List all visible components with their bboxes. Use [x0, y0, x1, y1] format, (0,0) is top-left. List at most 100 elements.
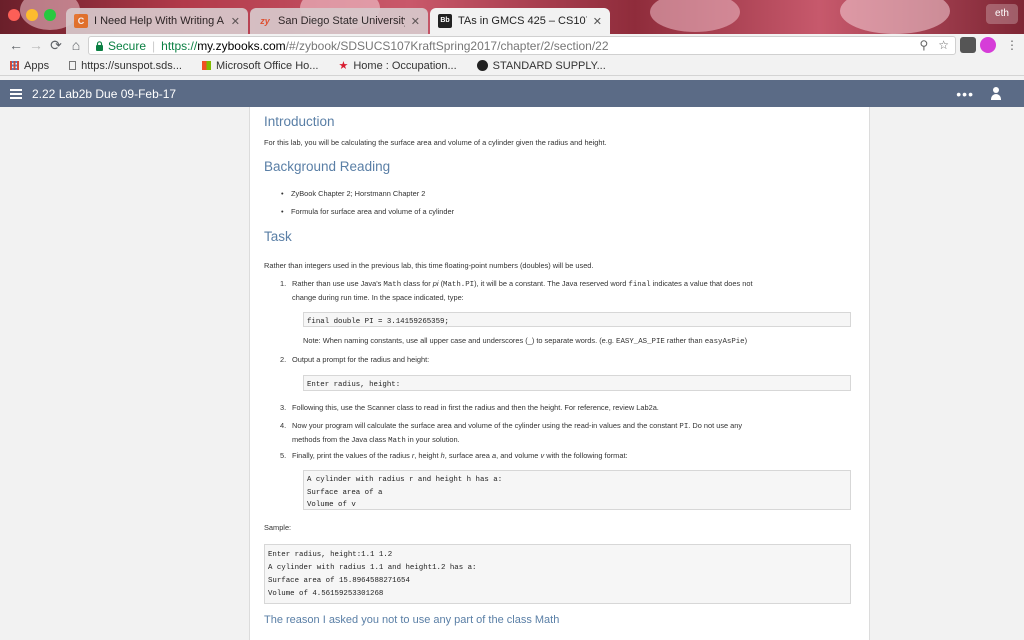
window-close-button[interactable]: [8, 9, 20, 21]
note-text: rather than: [664, 336, 705, 345]
code-inline: easyAsPie: [704, 338, 745, 346]
bookmark-standard-supply[interactable]: STANDARD SUPPLY...: [476, 60, 606, 72]
task-step-1: 1. Rather than use use Java's Math class…: [280, 278, 852, 304]
step-text: Now your program will calculate the surf…: [292, 421, 680, 430]
separator: |: [152, 38, 156, 53]
page-icon: [69, 61, 77, 70]
code-block-prompt[interactable]: Enter radius, height:: [303, 375, 851, 391]
code-block-sample[interactable]: Enter radius, height:1.1 1.2 A cylinder …: [264, 544, 851, 604]
step-text: . Do not use any: [688, 421, 743, 430]
code-inline: Math: [383, 281, 402, 289]
bookmark-sunspot[interactable]: https://sunspot.sds...: [69, 60, 182, 72]
step-number: 4.: [280, 421, 287, 430]
address-bar[interactable]: Secure | https://my.zybooks.com/#/zybook…: [88, 36, 956, 55]
bookmark-label: Home : Occupation...: [353, 59, 457, 72]
more-options-icon[interactable]: •••: [956, 86, 974, 102]
step-text: ), it will be a constant. The Java reser…: [474, 279, 629, 288]
instagram-extension-icon[interactable]: [960, 37, 976, 53]
note-text: Note: When naming constants, use all upp…: [303, 336, 617, 345]
note-text: ): [744, 336, 748, 345]
step-text: , and volume: [496, 451, 541, 460]
background-item: ZyBook Chapter 2; Horstmann Chapter 2: [281, 189, 425, 198]
zybooks-icon: zy: [260, 16, 270, 26]
menu-icon[interactable]: ⋮: [1004, 37, 1020, 53]
code-block-constant[interactable]: final double PI = 3.14159265359;: [303, 312, 851, 327]
blackboard-icon: Bb: [438, 14, 452, 28]
task-step-2: 2. Output a prompt for the radius and he…: [280, 354, 852, 367]
zoom-icon[interactable]: ⚲: [919, 38, 928, 52]
bookmark-label: https://sunspot.sds...: [81, 59, 182, 72]
bookmark-microsoft-office[interactable]: Microsoft Office Ho...: [201, 59, 319, 72]
step-text: , surface area: [444, 451, 492, 460]
bookmarks-bar: Apps https://sunspot.sds... Microsoft Of…: [0, 56, 1024, 76]
code-inline: final: [628, 281, 651, 289]
star-icon: ★: [338, 60, 349, 72]
bookmark-star-icon[interactable]: ☆: [938, 38, 949, 52]
step-text: Following this, use the Scanner class to…: [292, 403, 659, 412]
menu-hamburger-icon[interactable]: [10, 88, 22, 99]
code-inline: PI: [679, 423, 689, 431]
profile-button[interactable]: eth: [986, 4, 1018, 24]
secure-label: Secure: [108, 38, 147, 53]
tab-label: San Diego State University CS: [278, 15, 405, 27]
task-step-3: 3. Following this, use the Scanner class…: [280, 402, 852, 415]
forward-button[interactable]: →: [26, 37, 46, 53]
browser-tab-active[interactable]: Bb TAs in GMCS 425 – CS107-01 ✕: [430, 8, 610, 34]
home-button[interactable]: ⌂: [66, 37, 86, 53]
background-item: Formula for surface area and volume of a…: [281, 207, 454, 216]
window-zoom-button[interactable]: [44, 9, 56, 21]
step-text: Output a prompt for the radius and heigh…: [292, 355, 430, 364]
background-flower-decoration: [840, 0, 950, 34]
step-text: Rather than use use Java's: [292, 279, 384, 288]
back-button[interactable]: ←: [6, 37, 26, 53]
bookmark-label: Apps: [24, 59, 50, 72]
bookmark-home-occupation[interactable]: ★ Home : Occupation...: [338, 59, 457, 73]
zybook-header: 2.22 Lab2b Due 09-Feb-17 •••: [0, 80, 1024, 107]
step-text: change during run time. In the space ind…: [292, 292, 464, 302]
apps-grid-icon: [10, 61, 19, 70]
step-text: class for: [401, 279, 433, 288]
user-account-icon[interactable]: [990, 87, 1002, 101]
browser-tab[interactable]: zy San Diego State University CS ✕: [250, 8, 428, 34]
step-number: 1.: [280, 279, 287, 288]
standard-supply-icon: [476, 60, 488, 71]
lab-content: Introduction For this lab, you will be c…: [249, 107, 870, 640]
intro-text: For this lab, you will be calculating th…: [264, 138, 607, 147]
tab-label: TAs in GMCS 425 – CS107-01: [458, 15, 587, 27]
code-block-output-format[interactable]: A cylinder with radius r and height h ha…: [303, 470, 851, 510]
step-text: with the following format:: [544, 451, 628, 460]
microsoft-icon: [201, 61, 211, 70]
step-text: , height: [414, 451, 441, 460]
step-number: 2.: [280, 355, 287, 364]
secure-indicator[interactable]: Secure: [95, 39, 146, 53]
background-heading: Background Reading: [264, 159, 391, 174]
url-host: my.zybooks.com: [197, 38, 286, 53]
step-number: 3.: [280, 403, 287, 412]
chegg-icon: C: [74, 14, 88, 28]
browser-tab[interactable]: C I Need Help With Writing A Jav ✕: [66, 8, 248, 34]
url-scheme: https://: [161, 38, 198, 53]
close-tab-icon[interactable]: ✕: [593, 15, 602, 28]
code-inline: Math.PI: [443, 281, 475, 289]
step-text: methods from the Java class: [292, 434, 389, 444]
reload-button[interactable]: ⟳: [46, 37, 66, 54]
bookmark-apps[interactable]: Apps: [10, 60, 49, 72]
tab-label: I Need Help With Writing A Jav: [94, 15, 225, 27]
naming-note: Note: When naming constants, use all upp…: [303, 335, 747, 348]
window-minimize-button[interactable]: [26, 9, 38, 21]
sample-label: Sample:: [264, 523, 292, 532]
task-intro: Rather than integers used in the previou…: [264, 261, 594, 270]
lock-icon: [96, 40, 103, 51]
task-heading: Task: [264, 229, 292, 244]
code-inline: EASY_AS_PIE: [616, 338, 665, 346]
url-path: /#/zybook/SDSUCS107KraftSpring2017/chapt…: [285, 38, 609, 53]
task-step-5: 5. Finally, print the values of the radi…: [280, 450, 852, 463]
extension-icon[interactable]: [980, 37, 996, 53]
step-text: Finally, print the values of the radius: [292, 451, 412, 460]
reason-heading: The reason I asked you not to use any pa…: [264, 614, 560, 626]
close-tab-icon[interactable]: ✕: [231, 15, 240, 28]
close-tab-icon[interactable]: ✕: [411, 15, 420, 28]
code-inline: Math: [388, 436, 406, 445]
bookmark-label: Microsoft Office Ho...: [215, 59, 319, 72]
task-step-4: 4. Now your program will calculate the s…: [280, 420, 852, 447]
